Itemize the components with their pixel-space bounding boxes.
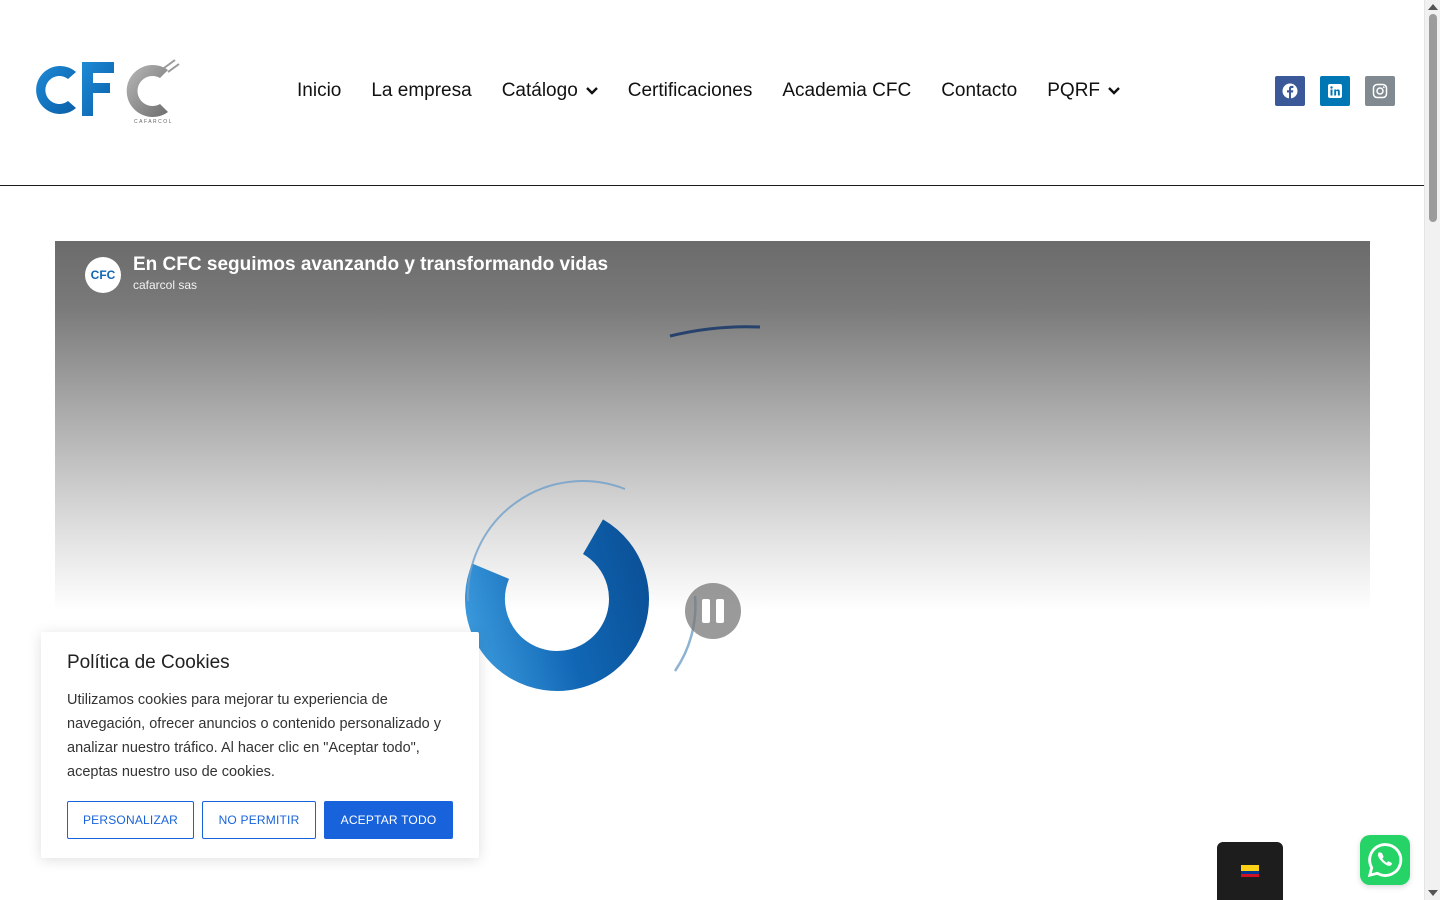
linkedin-link[interactable] (1320, 76, 1350, 106)
language-switcher[interactable] (1217, 842, 1283, 900)
scrollbar-thumb[interactable] (1429, 14, 1437, 222)
cookie-accept-button[interactable]: ACEPTAR TODO (324, 801, 453, 839)
whatsapp-icon (1367, 843, 1403, 878)
nav-item-label: Academia CFC (782, 80, 912, 101)
whatsapp-button[interactable] (1360, 835, 1410, 885)
page-scrollbar[interactable] (1424, 0, 1440, 900)
nav-item-inicio[interactable]: Inicio (297, 80, 341, 102)
pause-icon (702, 599, 710, 623)
cookie-description: Utilizamos cookies para mejorar tu exper… (67, 692, 442, 780)
nav-item-academia-cfc[interactable]: Academia CFC (782, 80, 911, 102)
colombia-flag-icon (1241, 865, 1259, 877)
video-channel-name[interactable]: cafarcol sas (133, 278, 197, 292)
chevron-down-icon (1108, 87, 1120, 95)
scroll-down-arrow-icon[interactable] (1428, 890, 1438, 896)
logo-subtext: CAFARCOL (134, 119, 173, 125)
facebook-link[interactable] (1275, 76, 1305, 106)
pause-button[interactable] (685, 583, 741, 639)
channel-avatar[interactable]: CFC (85, 257, 121, 293)
svg-text:CFC: CFC (91, 268, 116, 282)
scroll-up-arrow-icon[interactable] (1428, 4, 1438, 10)
cookie-reject-button[interactable]: NO PERMITIR (202, 801, 316, 839)
chevron-down-icon (585, 87, 598, 95)
nav-item-label: La empresa (371, 80, 472, 101)
video-title[interactable]: En CFC seguimos avanzando y transformand… (133, 254, 608, 276)
nav-item-certificaciones[interactable]: Certificaciones (628, 80, 753, 102)
nav-item-label: PQRF (1047, 80, 1101, 101)
nav-item-label: Catálogo (501, 80, 578, 101)
nav-item-label: Certificaciones (627, 80, 753, 101)
pause-icon-bar (716, 599, 724, 623)
cookie-customize-button[interactable]: PERSONALIZAR (67, 801, 194, 839)
site-header: CAFARCOL Inicio La empresa Catálogo Cert… (0, 0, 1424, 186)
cookie-consent-panel: Política de Cookies Utilizamos cookies p… (41, 632, 479, 858)
instagram-link[interactable] (1365, 76, 1395, 106)
main-nav: Inicio La empresa Catálogo Certificacion… (297, 78, 1150, 104)
nav-item-la-empresa[interactable]: La empresa (371, 80, 471, 102)
instagram-icon (1372, 83, 1388, 99)
nav-item-pqrf[interactable]: PQRF (1047, 80, 1120, 102)
nav-item-label: Inicio (297, 80, 342, 101)
nav-item-catalogo[interactable]: Catálogo (502, 80, 598, 102)
nav-item-label: Contacto (941, 80, 1018, 101)
linkedin-icon (1328, 84, 1342, 98)
nav-item-contacto[interactable]: Contacto (941, 80, 1017, 102)
facebook-icon (1282, 83, 1298, 99)
cookie-title: Política de Cookies (67, 652, 230, 673)
